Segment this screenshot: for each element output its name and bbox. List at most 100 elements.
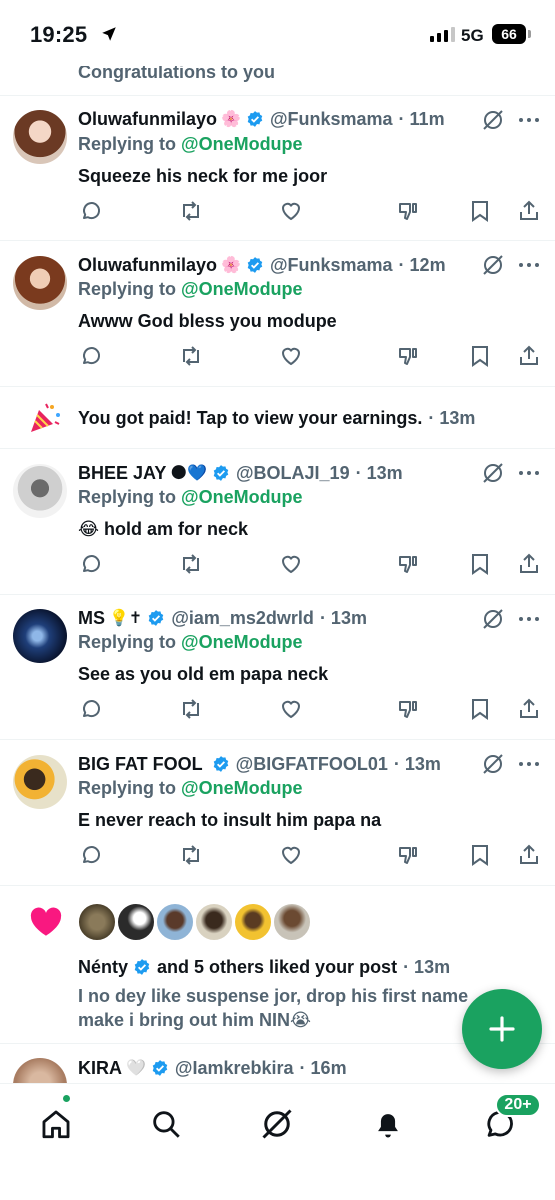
avatar[interactable] [13, 609, 67, 663]
like-icon[interactable] [278, 343, 304, 369]
mention-link[interactable]: @OneModupe [181, 487, 303, 507]
payout-notification[interactable]: You got paid! Tap to view your earnings.… [0, 387, 555, 449]
mention-link[interactable]: @OneModupe [181, 632, 303, 652]
replying-prefix: Replying to [78, 778, 176, 798]
more-options-icon[interactable] [517, 116, 541, 124]
liker-name[interactable]: Nénty [78, 957, 128, 978]
reply-notification[interactable]: Oluwafunmilayo 🌸 @Funksmama · 12m Replyi… [0, 241, 555, 387]
reply-icon[interactable] [78, 343, 104, 369]
search-icon[interactable] [146, 1104, 186, 1144]
verified-badge-icon [151, 1059, 169, 1077]
battery-nub [528, 30, 531, 38]
hide-grok-icon[interactable] [481, 752, 505, 776]
repost-icon[interactable] [178, 842, 204, 868]
downvote-icon[interactable] [395, 198, 421, 224]
replying-to: Replying to @OneModupe [78, 632, 303, 653]
hide-grok-icon[interactable] [481, 607, 505, 631]
share-icon[interactable] [516, 343, 542, 369]
user-handle[interactable]: @iam_ms2dwrld [171, 608, 314, 629]
more-options-icon[interactable] [517, 469, 541, 477]
share-icon[interactable] [516, 198, 542, 224]
avatar[interactable] [13, 464, 67, 518]
more-options-icon[interactable] [517, 615, 541, 623]
user-name[interactable]: MS [78, 608, 105, 629]
replying-prefix: Replying to [78, 134, 176, 154]
user-handle[interactable]: @Iamkrebkira [175, 1058, 294, 1079]
hide-grok-icon[interactable] [481, 253, 505, 277]
user-handle[interactable]: @Funksmama [270, 255, 393, 276]
reply-notification[interactable]: BIG FAT FOOL @BIGFATFOOL01 · 13m Replyin… [0, 740, 555, 886]
replying-to: Replying to @OneModupe [78, 134, 303, 155]
post-text: E never reach to insult him papa na [78, 810, 382, 830]
post-text: Awww God bless you modupe [78, 311, 337, 331]
reply-icon[interactable] [78, 198, 104, 224]
repost-icon[interactable] [178, 198, 204, 224]
share-icon[interactable] [516, 551, 542, 577]
notifications-icon[interactable] [368, 1104, 408, 1144]
mention-link[interactable]: @OneModupe [181, 134, 303, 154]
post-text: 😂 hold am for neck [78, 519, 249, 539]
more-options-icon[interactable] [517, 261, 541, 269]
payout-text: You got paid! Tap to view your earnings. [78, 407, 423, 428]
downvote-icon[interactable] [395, 343, 421, 369]
home-icon[interactable] [36, 1104, 76, 1144]
mention-link[interactable]: @OneModupe [181, 279, 303, 299]
bookmark-icon[interactable] [467, 343, 493, 369]
hide-grok-icon[interactable] [481, 461, 505, 485]
timestamp: · 13m [403, 956, 451, 977]
verified-badge-icon [212, 464, 230, 482]
user-handle[interactable]: @BIGFATFOOL01 [236, 754, 388, 775]
notification-feed[interactable]: Congratulations to you Oluwafunmilayo 🌸 … [0, 0, 555, 1083]
reply-icon[interactable] [78, 842, 104, 868]
like-icon[interactable] [278, 551, 304, 577]
avatar[interactable] [13, 256, 67, 310]
user-handle[interactable]: @Funksmama [270, 109, 393, 130]
messages-badge: 20+ [495, 1093, 541, 1117]
timestamp: · 13m [355, 462, 403, 483]
like-icon[interactable] [278, 696, 304, 722]
bookmark-icon[interactable] [467, 198, 493, 224]
verified-badge-icon [246, 110, 264, 128]
timestamp: · 13m [319, 607, 367, 628]
home-unread-dot [62, 1094, 71, 1103]
downvote-icon[interactable] [395, 551, 421, 577]
grok-icon[interactable] [257, 1104, 297, 1144]
avatar[interactable] [13, 1058, 67, 1083]
share-icon[interactable] [516, 842, 542, 868]
repost-icon[interactable] [178, 696, 204, 722]
name-emoji: 🌸 [221, 111, 241, 128]
heart-filled-icon [30, 907, 62, 936]
replying-prefix: Replying to [78, 487, 176, 507]
hide-grok-icon[interactable] [481, 108, 505, 132]
user-name[interactable]: Oluwafunmilayo [78, 109, 217, 130]
share-icon[interactable] [516, 696, 542, 722]
user-handle[interactable]: @BOLAJI_19 [236, 463, 350, 484]
reply-notification[interactable]: Oluwafunmilayo 🌸 @Funksmama · 11m Replyi… [0, 96, 555, 241]
bookmark-icon[interactable] [467, 842, 493, 868]
downvote-icon[interactable] [395, 842, 421, 868]
downvote-icon[interactable] [395, 696, 421, 722]
repost-icon[interactable] [178, 551, 204, 577]
location-arrow-icon [102, 27, 116, 41]
reply-notification[interactable]: MS 💡✝ @iam_ms2dwrld · 13m Replying to @O… [0, 595, 555, 740]
timestamp: · 12m [398, 254, 446, 275]
repost-icon[interactable] [178, 343, 204, 369]
user-name[interactable]: BHEE JAY [78, 463, 166, 484]
reply-icon[interactable] [78, 551, 104, 577]
avatar[interactable] [13, 110, 67, 164]
user-name[interactable]: Oluwafunmilayo [78, 255, 217, 276]
reply-notification[interactable]: BHEE JAY 🌑💙 @BOLAJI_19 · 13m Replying to… [0, 449, 555, 595]
reply-icon[interactable] [78, 696, 104, 722]
like-icon[interactable] [278, 842, 304, 868]
user-name[interactable]: BIG FAT FOOL [78, 754, 203, 775]
user-name[interactable]: KIRA [78, 1058, 122, 1079]
bookmark-icon[interactable] [467, 696, 493, 722]
action-bar [0, 696, 555, 722]
avatar[interactable] [13, 755, 67, 809]
compose-button[interactable] [462, 989, 542, 1069]
like-icon[interactable] [278, 198, 304, 224]
mention-link[interactable]: @OneModupe [181, 778, 303, 798]
more-options-icon[interactable] [517, 760, 541, 768]
bookmark-icon[interactable] [467, 551, 493, 577]
liker-avatars[interactable] [78, 903, 311, 941]
